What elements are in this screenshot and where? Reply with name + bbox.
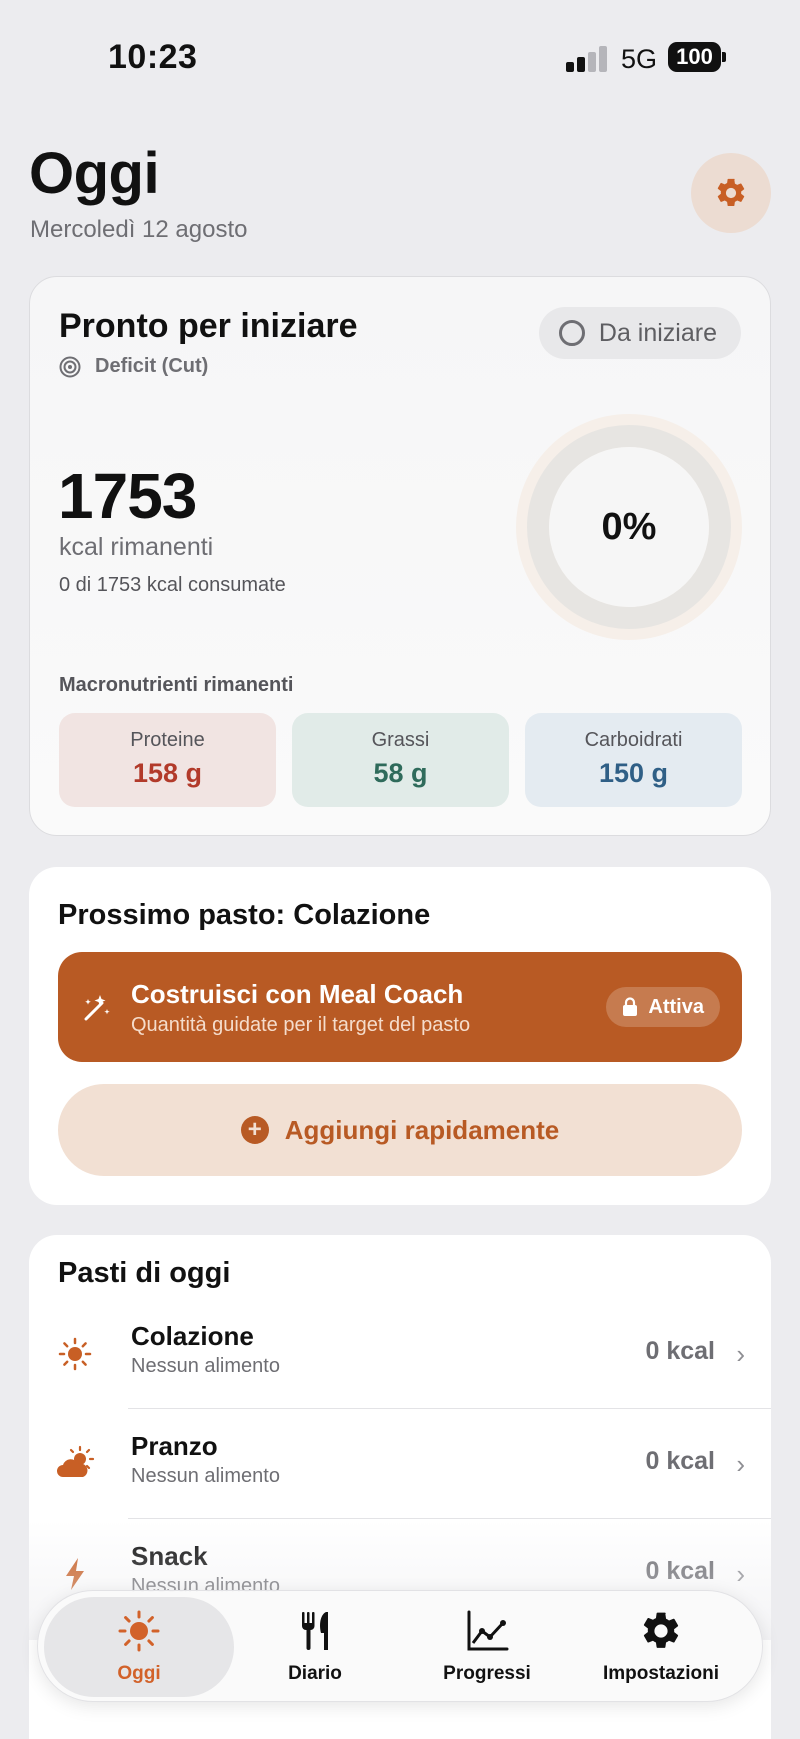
tab-diario[interactable]: Diario: [220, 1597, 410, 1697]
summary-title: Pronto per iniziare: [59, 307, 358, 345]
signal-icon: [566, 46, 608, 72]
kcal-remaining-label: kcal rimanenti: [59, 533, 214, 561]
bolt-icon: [66, 1558, 84, 1590]
macro-fat: Grassi 58 g: [292, 713, 509, 807]
macro-value: 158 g: [132, 758, 203, 788]
goal-row: Deficit (Cut): [59, 355, 208, 378]
meal-subtitle: Nessun alimento: [131, 1465, 280, 1487]
meal-name: Pranzo: [131, 1431, 218, 1461]
fork-knife-icon: [302, 1612, 328, 1650]
kcal-remaining: 1753: [58, 460, 197, 532]
goal-label: Deficit (Cut): [95, 355, 209, 377]
meal-name: Colazione: [131, 1321, 254, 1351]
status-bar: 10:23 5G 100: [0, 0, 800, 118]
tab-bar: Oggi Diario Progressi Impostazioni: [37, 1590, 763, 1702]
meal-coach-badge[interactable]: Attiva: [606, 987, 720, 1027]
meal-row-colazione[interactable]: Colazione Nessun alimento 0 kcal ›: [29, 1299, 771, 1409]
network-label: 5G: [621, 44, 658, 74]
macro-value: 150 g: [598, 758, 669, 788]
sun-icon: [58, 1337, 92, 1371]
tab-progressi[interactable]: Progressi: [392, 1597, 582, 1697]
target-icon: [59, 356, 81, 377]
gear-icon: [643, 1612, 679, 1648]
plus-circle-icon: +: [240, 1116, 269, 1144]
meal-coach-title: Costruisci con Meal Coach: [131, 979, 464, 1009]
next-meal-title: Prossimo pasto: Colazione: [58, 899, 431, 931]
calorie-progress-ring: 0%: [514, 412, 744, 642]
macros-title: Macronutrienti rimanenti: [59, 674, 294, 696]
macro-protein: Proteine 158 g: [59, 713, 276, 807]
macro-name: Proteine: [130, 729, 205, 751]
tab-label: Oggi: [117, 1663, 161, 1684]
meal-coach-subtitle: Quantità guidate per il target del pasto: [131, 1014, 471, 1036]
quick-add-button[interactable]: + Aggiungi rapidamente: [58, 1084, 742, 1176]
chart-line-icon: [467, 1610, 509, 1651]
chevron-right-icon: ›: [736, 1559, 745, 1589]
meal-subtitle: Nessun alimento: [131, 1355, 280, 1377]
meal-coach-button[interactable]: Costruisci con Meal Coach Quantità guida…: [58, 952, 742, 1062]
tab-label: Impostazioni: [602, 1663, 720, 1684]
page-title: Oggi: [29, 141, 160, 206]
status-time: 10:23: [108, 38, 198, 76]
daily-summary-card: Pronto per iniziare Deficit (Cut) Da ini…: [29, 276, 771, 836]
next-meal-card: Prossimo pasto: Colazione Costruisci con…: [29, 867, 771, 1205]
tab-label: Progressi: [443, 1663, 531, 1684]
macro-name: Carboidrati: [584, 729, 683, 751]
macro-name: Grassi: [371, 729, 430, 751]
meals-title: Pasti di oggi: [58, 1257, 231, 1289]
magic-wand-icon: [84, 995, 110, 1021]
settings-button[interactable]: [691, 153, 771, 233]
kcal-consumed: 0 di 1753 kcal consumate: [59, 574, 286, 596]
quick-add-label: Aggiungi rapidamente: [284, 1114, 560, 1145]
progress-percent: 0%: [601, 505, 657, 548]
tab-impostazioni[interactable]: Impostazioni: [566, 1597, 756, 1697]
sun-icon: [118, 1610, 160, 1652]
page-date: Mercoledì 12 agosto: [30, 216, 248, 243]
meal-kcal: 0 kcal: [645, 1557, 715, 1585]
chevron-right-icon: ›: [736, 1449, 745, 1479]
battery-icon: 100: [668, 42, 726, 72]
gear-icon: [717, 178, 745, 207]
meal-coach-badge-label: Attiva: [648, 995, 704, 1018]
chevron-right-icon: ›: [736, 1339, 745, 1369]
tab-oggi[interactable]: Oggi: [44, 1597, 234, 1697]
lock-icon: [623, 997, 638, 1016]
macro-carbs: Carboidrati 150 g: [525, 713, 742, 807]
battery-level: 100: [668, 42, 721, 72]
meal-name: Snack: [131, 1541, 208, 1571]
macro-value: 58 g: [373, 758, 428, 788]
tab-label: Diario: [288, 1663, 342, 1684]
meal-row-pranzo[interactable]: Pranzo Nessun alimento 0 kcal ›: [29, 1409, 771, 1519]
status-pill[interactable]: Da iniziare: [538, 307, 741, 359]
status-pill-label: Da iniziare: [598, 318, 717, 347]
empty-circle-icon: [558, 320, 585, 346]
cloud-sun-icon: [57, 1445, 95, 1477]
meal-kcal: 0 kcal: [645, 1337, 715, 1365]
meal-kcal: 0 kcal: [645, 1447, 715, 1475]
